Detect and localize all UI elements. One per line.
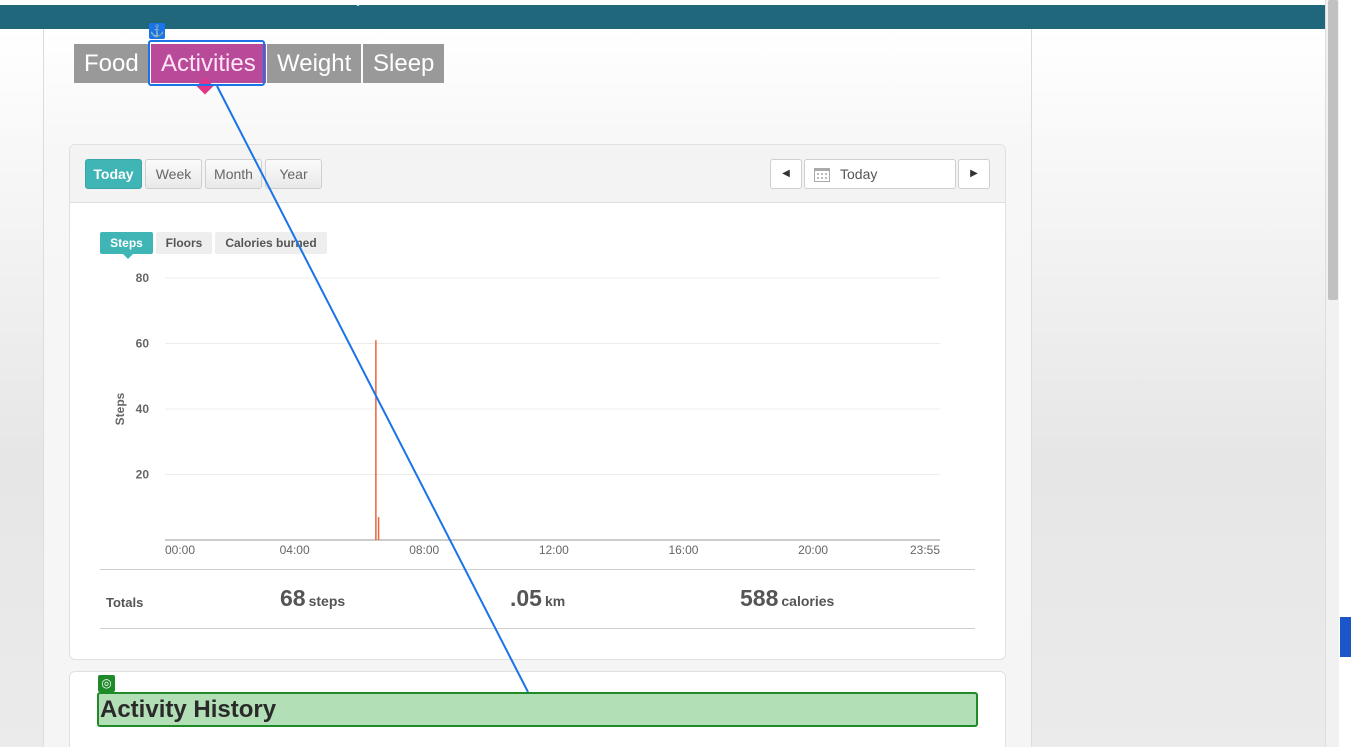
adjacent-window-edge	[1339, 0, 1351, 747]
metric-tab-caret	[123, 254, 133, 259]
steps-chart: 20 40 60 80 00:00 04:00 08:00 12:00 16:00 20:00 23…	[113, 271, 940, 557]
total-calories-unit: calories	[781, 593, 835, 609]
total-distance: .05 km	[510, 585, 565, 612]
total-calories-value: 588	[740, 585, 779, 611]
caret-left-icon: ◀	[782, 168, 790, 179]
chart-x-tick-label: 08:00	[409, 543, 439, 557]
metric-tab-steps[interactable]: Steps	[100, 232, 153, 254]
anchor-icon: ⚓	[149, 23, 165, 39]
total-steps-unit: steps	[308, 593, 346, 609]
target-icon: ◎	[98, 675, 115, 692]
chart-x-tick-label: 20:00	[798, 543, 828, 557]
top-bar	[0, 0, 1325, 29]
chart-bar	[375, 340, 377, 540]
activity-history-title: Activity History	[100, 696, 277, 723]
totals-label: Totals	[106, 595, 144, 610]
vertical-scrollbar[interactable]	[1325, 0, 1339, 747]
next-date-button[interactable]: ▶	[958, 159, 990, 189]
date-field[interactable]: Today	[804, 159, 956, 189]
total-steps: 68 steps	[280, 585, 345, 612]
scrollbar-thumb[interactable]	[1328, 0, 1338, 300]
top-bar-notch	[348, 0, 368, 6]
chart-bar	[377, 517, 380, 540]
tab-weight[interactable]: Weight	[267, 44, 362, 83]
caret-right-icon: ▶	[970, 168, 978, 179]
top-bar-band	[0, 5, 1325, 29]
total-distance-unit: km	[544, 593, 566, 609]
totals-bottom-divider	[100, 628, 975, 629]
chart-y-axis-label: Steps	[113, 392, 127, 425]
chart-x-tick-label: 00:00	[165, 543, 195, 557]
range-month-button[interactable]: Month	[205, 159, 262, 189]
tab-food[interactable]: Food	[74, 44, 149, 83]
total-distance-value: .05	[510, 585, 542, 611]
total-steps-value: 68	[280, 585, 306, 611]
previous-date-button[interactable]: ◀	[770, 159, 802, 189]
range-year-button[interactable]: Year	[265, 159, 322, 189]
range-week-button[interactable]: Week	[145, 159, 202, 189]
chart-x-tick-label: 04:00	[280, 543, 310, 557]
chart-x-tick-label: 12:00	[539, 543, 569, 557]
range-today-button[interactable]: Today	[85, 159, 142, 189]
metric-tab-floors[interactable]: Floors	[156, 232, 212, 254]
date-field-value: Today	[840, 166, 878, 182]
tab-activities[interactable]: Activities	[151, 44, 266, 83]
chart-x-tick-label: 16:00	[668, 543, 698, 557]
chart-y-tick-label: 40	[136, 402, 150, 416]
chart-x-tick-label: 23:55	[910, 543, 940, 557]
chart-y-tick-label: 60	[136, 337, 150, 351]
calendar-icon	[814, 168, 830, 182]
metric-tab-calories-burned[interactable]: Calories burned	[215, 232, 327, 254]
totals-top-divider	[100, 569, 975, 570]
tab-sleep[interactable]: Sleep	[363, 44, 445, 83]
total-calories: 588 calories	[740, 585, 834, 612]
adjacent-window-button	[1340, 617, 1351, 657]
chart-y-tick-label: 20	[136, 468, 150, 482]
chart-y-tick-label: 80	[136, 271, 150, 285]
